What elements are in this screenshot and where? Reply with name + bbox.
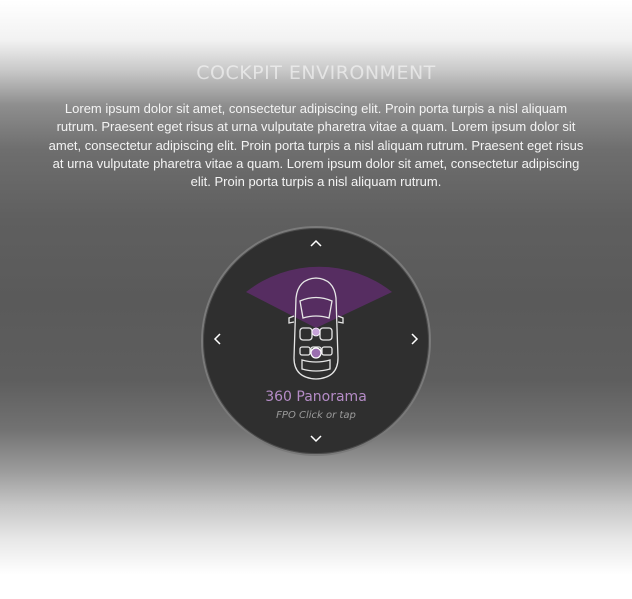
chevron-up-icon: [310, 239, 322, 247]
nav-right-button[interactable]: [406, 330, 424, 348]
chevron-right-icon: [411, 333, 419, 345]
nav-down-button[interactable]: [307, 430, 325, 448]
camera-view-dial[interactable]: 360 Panorama FPO Click or tap: [201, 226, 431, 456]
rear-camera-marker: [310, 347, 322, 359]
view-mode-label[interactable]: 360 Panorama: [203, 389, 429, 405]
chevron-down-icon: [310, 435, 322, 443]
interaction-hint: FPO Click or tap: [276, 410, 356, 421]
chevron-left-icon: [213, 333, 221, 345]
nav-left-button[interactable]: [208, 330, 226, 348]
page-description: Lorem ipsum dolor sit amet, consectetur …: [48, 101, 584, 190]
nav-up-button[interactable]: [307, 234, 325, 252]
page-title: COCKPIT ENVIRONMENT: [196, 62, 436, 84]
front-camera-marker: [311, 327, 321, 337]
